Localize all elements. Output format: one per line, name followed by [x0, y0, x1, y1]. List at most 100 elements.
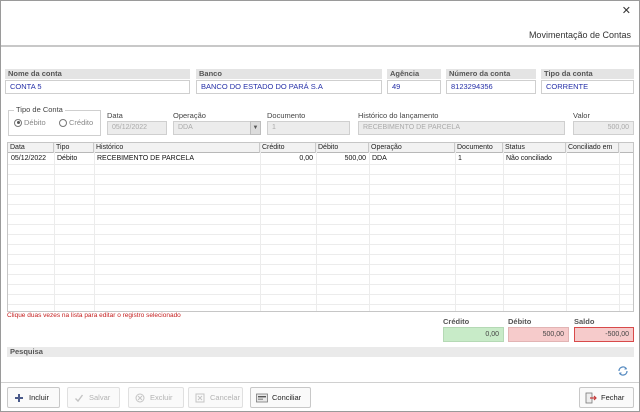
check-icon	[73, 392, 85, 404]
cell-status: Não conciliado	[506, 155, 552, 162]
pesquisa-section-header[interactable]: Pesquisa	[7, 347, 634, 357]
valor-field[interactable]: 500,00	[573, 121, 634, 135]
close-icon[interactable]: ✕	[622, 4, 631, 17]
window: ✕ Movimentação de Contas Nome da conta C…	[0, 0, 640, 412]
row-separator	[8, 164, 633, 165]
nome-da-conta-field[interactable]: CONTA 5	[5, 80, 190, 94]
data-field[interactable]: 05/12/2022	[107, 121, 167, 135]
cancelar-button[interactable]: Cancelar	[188, 387, 243, 408]
close-icon	[194, 392, 206, 404]
banco-field[interactable]: BANCO DO ESTADO DO PARÁ S.A	[196, 80, 382, 94]
column-divider	[54, 143, 55, 311]
debito-total-field: 500,00	[508, 327, 569, 342]
operacao-select[interactable]: DDA	[173, 121, 251, 135]
cell-historico: RECEBIMENTO DE PARCELA	[97, 155, 194, 162]
col-header-historico[interactable]: Histórico	[94, 143, 260, 153]
saldo-label: Saldo	[574, 317, 595, 326]
fechar-label: Fechar	[601, 393, 625, 402]
operacao-label: Operação	[173, 111, 206, 120]
movements-table[interactable]: Data Tipo Histórico Crédito Débito Opera…	[7, 142, 634, 312]
radio-unselected-icon	[59, 118, 67, 127]
title-divider	[1, 45, 639, 47]
documento-label: Documento	[267, 111, 306, 120]
col-header-tipo[interactable]: Tipo	[54, 143, 94, 153]
chevron-down-icon[interactable]: ▼	[250, 121, 261, 135]
col-header-documento[interactable]: Documento	[455, 143, 503, 153]
credito-total-label: Crédito	[443, 317, 470, 326]
cell-data: 05/12/2022	[11, 155, 47, 162]
valor-label: Valor	[573, 111, 590, 120]
col-header-credito[interactable]: Crédito	[260, 143, 316, 153]
row-separator	[8, 294, 633, 295]
row-separator	[8, 304, 633, 305]
cell-documento: 1	[458, 155, 462, 162]
nome-da-conta-label: Nome da conta	[5, 69, 190, 79]
column-divider	[369, 143, 370, 311]
row-separator	[8, 244, 633, 245]
column-divider	[566, 143, 567, 311]
cell-credito: 0,00	[299, 155, 313, 162]
salvar-label: Salvar	[89, 393, 111, 402]
refresh-icon[interactable]	[617, 365, 629, 377]
column-divider	[619, 143, 620, 311]
table-header: Data Tipo Histórico Crédito Débito Opera…	[8, 143, 633, 153]
tipo-de-conta-legend: Tipo de Conta	[14, 105, 65, 114]
documento-field[interactable]: 1	[267, 121, 350, 135]
row-separator	[8, 254, 633, 255]
row-separator	[8, 234, 633, 235]
window-title: Movimentação de Contas	[528, 30, 631, 40]
data-label: Data	[107, 111, 123, 120]
incluir-label: Incluir	[29, 393, 50, 402]
cancelar-label: Cancelar	[210, 393, 241, 402]
row-separator	[8, 204, 633, 205]
row-separator	[8, 194, 633, 195]
col-header-status[interactable]: Status	[503, 143, 566, 153]
grid-hint-text: Clique duas vezes na lista para editar o…	[7, 312, 181, 319]
tipo-da-conta-label: Tipo da conta	[541, 69, 634, 79]
incluir-button[interactable]: Incluir	[7, 387, 60, 408]
column-divider	[455, 143, 456, 311]
row-separator	[8, 274, 633, 275]
credito-radio-label: Crédito	[69, 118, 94, 127]
debito-radio[interactable]: Débito	[14, 118, 46, 127]
col-header-data[interactable]: Data	[8, 143, 54, 153]
reconcile-icon	[256, 392, 268, 404]
cell-debito: 500,00	[344, 155, 366, 162]
banco-label: Banco	[196, 69, 382, 79]
tipo-da-conta-field[interactable]: CORRENTE	[541, 80, 634, 94]
cell-tipo: Débito	[57, 155, 78, 162]
col-header-debito[interactable]: Débito	[316, 143, 369, 153]
conciliar-button[interactable]: Conciliar	[250, 387, 311, 408]
salvar-button[interactable]: Salvar	[67, 387, 120, 408]
historico-label: Histórico do lançamento	[358, 111, 439, 120]
fechar-button[interactable]: Fechar	[579, 387, 634, 408]
cell-operacao: DDA	[372, 155, 387, 162]
row-separator	[8, 174, 633, 175]
agencia-field[interactable]: 49	[387, 80, 441, 94]
row-separator	[8, 184, 633, 185]
numero-da-conta-label: Número da conta	[446, 69, 536, 79]
excluir-button[interactable]: Excluir	[128, 387, 184, 408]
conciliar-label: Conciliar	[272, 393, 302, 402]
saldo-field: -500,00	[574, 327, 634, 342]
numero-da-conta-field[interactable]: 8123294356	[446, 80, 536, 94]
credito-radio[interactable]: Crédito	[59, 118, 93, 127]
row-separator	[8, 224, 633, 225]
plus-icon	[13, 392, 25, 404]
column-divider	[503, 143, 504, 311]
column-divider	[260, 143, 261, 311]
agencia-label: Agência	[387, 69, 441, 79]
delete-icon	[134, 392, 146, 404]
column-divider	[94, 143, 95, 311]
row-separator	[8, 214, 633, 215]
row-separator	[8, 264, 633, 265]
cell-conciliado-em	[566, 154, 619, 164]
credito-total-field: 0,00	[443, 327, 504, 342]
debito-radio-label: Débito	[24, 118, 46, 127]
row-separator	[8, 284, 633, 285]
column-divider	[316, 143, 317, 311]
col-header-operacao[interactable]: Operação	[369, 143, 455, 153]
historico-field[interactable]: RECEBIMENTO DE PARCELA	[358, 121, 565, 135]
col-header-conciliado-em[interactable]: Conciliado em	[566, 143, 619, 153]
toolbar-divider	[1, 382, 639, 383]
